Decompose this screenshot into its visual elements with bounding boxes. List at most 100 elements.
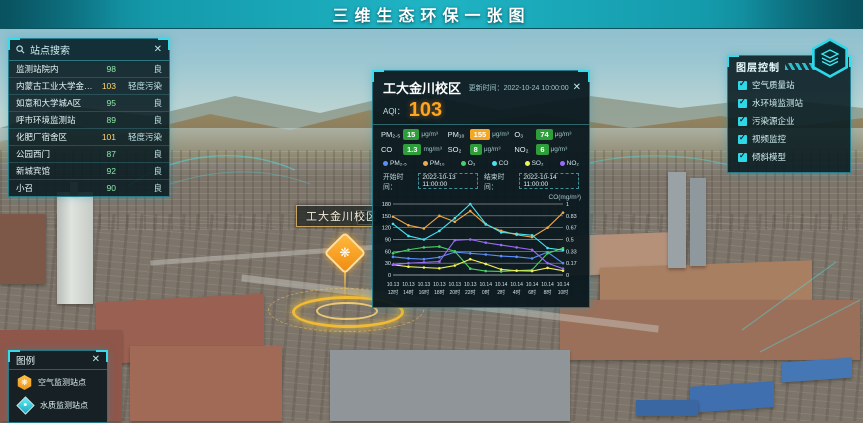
station-list: 监测站院内98良内蒙古工业大学金川校区103轻度污染如意和大学城A区95良呼市环… — [9, 61, 169, 196]
highrise-tower — [668, 172, 686, 268]
end-time-input[interactable]: 2022-10-14 11:00:00 — [519, 173, 579, 189]
station-status: 轻度污染 — [122, 80, 162, 92]
svg-text:16时: 16时 — [419, 289, 430, 296]
station-aqi: 98 — [96, 64, 116, 74]
aqi-label: AQI： — [383, 106, 405, 120]
legend-dot — [383, 161, 388, 166]
legend-item[interactable]: O₃ — [461, 160, 476, 167]
search-panel-title: 站点搜索 — [30, 42, 149, 57]
checkbox-checked-icon[interactable] — [738, 99, 747, 108]
layers-hex-button[interactable] — [810, 38, 850, 78]
station-aqi: 90 — [96, 183, 116, 193]
station-status: 良 — [122, 97, 162, 109]
close-icon[interactable]: ✕ — [154, 45, 162, 55]
legend-item[interactable]: SO₂ — [525, 160, 544, 167]
legend-item[interactable]: PM₂.₅ — [383, 160, 407, 167]
layer-item[interactable]: 水环境监测站 — [728, 94, 850, 112]
station-name: 内蒙古工业大学金川校区 — [16, 80, 96, 92]
layer-item[interactable]: 空气质量站 — [728, 76, 850, 94]
station-aqi: 92 — [96, 166, 116, 176]
pollutant-cell: PM₂.₅15μg/m³ — [381, 129, 448, 140]
checkbox-checked-icon[interactable] — [738, 117, 747, 126]
air-station-marker-icon: ❋ — [17, 375, 32, 390]
svg-text:10.14: 10.14 — [526, 282, 539, 288]
station-row[interactable]: 新城宾馆92良 — [9, 163, 169, 180]
svg-text:0: 0 — [388, 273, 391, 279]
pollutant-cell: O₃74μg/m³ — [514, 129, 581, 140]
chart-legend: PM₂.₅ PM₁₀ O₃ CO SO₂ NO₂ — [373, 156, 589, 169]
building-row — [130, 346, 282, 421]
pollutant-cell: PM₁₀155μg/m³ — [448, 129, 515, 140]
legend-item[interactable]: NO₂ — [560, 160, 579, 167]
svg-text:4时: 4时 — [513, 289, 521, 296]
aqi-detail-popup: 工大金川校区 更新时间：2022-10-24 10:00:00 ✕ AQI： 1… — [372, 70, 590, 308]
station-aqi: 95 — [96, 98, 116, 108]
svg-text:0.5: 0.5 — [566, 238, 574, 244]
layer-item[interactable]: 污染源企业 — [728, 112, 850, 130]
svg-text:22时: 22时 — [465, 289, 476, 296]
pollutant-cell: NO₂6μg/m³ — [514, 144, 581, 155]
legend-entry: ❋空气监测站点 — [9, 370, 107, 392]
svg-text:10.13: 10.13 — [464, 282, 477, 288]
svg-text:0时: 0时 — [482, 289, 490, 296]
station-aqi: 87 — [96, 149, 116, 159]
svg-text:10.13: 10.13 — [449, 282, 462, 288]
checkbox-checked-icon[interactable] — [738, 81, 747, 90]
pollutant-value-badge: 15 — [403, 129, 419, 140]
station-row[interactable]: 化肥厂宿舍区101轻度污染 — [9, 129, 169, 146]
station-aqi: 103 — [96, 81, 116, 91]
building — [0, 214, 46, 284]
legend-dot — [525, 161, 530, 166]
svg-text:12时: 12时 — [388, 289, 399, 296]
station-status: 良 — [122, 114, 162, 126]
legend-item[interactable]: CO — [492, 160, 509, 167]
svg-text:10.14: 10.14 — [510, 282, 523, 288]
station-name: 公园西门 — [16, 148, 96, 160]
station-row[interactable]: 内蒙古工业大学金川校区103 轻度污染 — [9, 78, 169, 95]
station-status: 良 — [122, 148, 162, 160]
svg-text:60: 60 — [385, 249, 391, 255]
station-name: 化肥厂宿舍区 — [16, 131, 96, 143]
start-time-label: 开始时间： — [383, 171, 412, 191]
station-name: 如意和大学城A区 — [16, 97, 96, 109]
legend-title: 图例 — [16, 353, 88, 367]
station-status: 良 — [122, 182, 162, 194]
station-name: 监测站院内 — [16, 63, 96, 75]
station-row[interactable]: 如意和大学城A区95 良 — [9, 95, 169, 112]
station-row[interactable]: 小召90良 — [9, 180, 169, 196]
station-name: 呼市环境监测站 — [16, 114, 96, 126]
beacon-inner-ring — [316, 302, 378, 320]
svg-text:0.17: 0.17 — [566, 261, 577, 267]
svg-text:10时: 10时 — [558, 289, 569, 296]
pollutant-grid: PM₂.₅15μg/m³PM₁₀155μg/m³O₃74μg/m³ CO1.3mg… — [373, 125, 589, 156]
app-header: 三维生态环保一张图 — [0, 0, 863, 29]
layer-item[interactable]: 视频监控 — [728, 130, 850, 148]
right-axis-title: CO(mg/m³) — [373, 193, 589, 201]
station-row[interactable]: 呼市环境监测站89良 — [9, 112, 169, 129]
svg-text:180: 180 — [382, 202, 391, 208]
marker-pole — [344, 268, 346, 302]
legend-item[interactable]: PM₁₀ — [423, 160, 445, 167]
close-icon[interactable]: ✕ — [92, 355, 100, 365]
svg-text:0.67: 0.67 — [566, 226, 577, 232]
svg-text:0.33: 0.33 — [566, 249, 577, 255]
checkbox-checked-icon[interactable] — [738, 153, 747, 162]
svg-text:30: 30 — [385, 261, 391, 267]
close-icon[interactable]: ✕ — [573, 83, 581, 93]
station-row[interactable]: 公园西门87 良 — [9, 146, 169, 163]
checkbox-checked-icon[interactable] — [738, 135, 747, 144]
legend-dot — [560, 161, 565, 166]
layers-icon — [820, 49, 840, 67]
svg-text:6时: 6时 — [528, 289, 536, 296]
start-time-input[interactable]: 2022-10-13 11:00:00 — [418, 173, 478, 189]
pollutant-cell: CO1.3mg/m³ — [381, 144, 448, 155]
pollutant-value-badge: 1.3 — [403, 144, 421, 155]
svg-text:120: 120 — [382, 226, 391, 232]
pollutant-value-badge: 6 — [536, 144, 548, 155]
station-status: 良 — [122, 165, 162, 177]
svg-text:10.14: 10.14 — [541, 282, 554, 288]
pollutant-cell: SO₂8μg/m³ — [448, 144, 515, 155]
layer-item[interactable]: 倾斜模型 — [728, 148, 850, 166]
station-row[interactable]: 监测站院内98良 — [9, 61, 169, 78]
svg-text:18时: 18时 — [434, 289, 445, 296]
